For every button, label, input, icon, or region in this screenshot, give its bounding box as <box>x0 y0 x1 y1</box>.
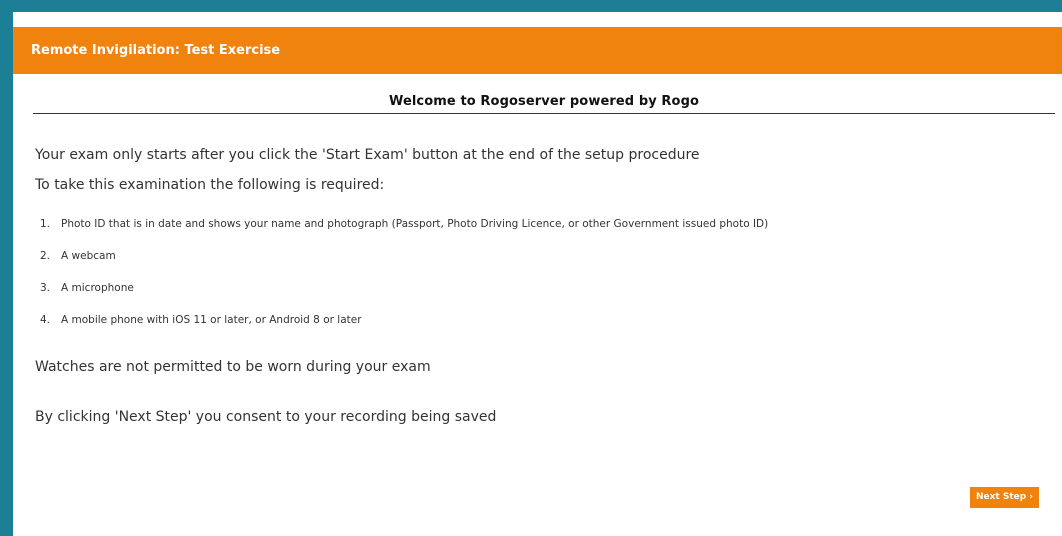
header-bar: Remote Invigilation: Test Exercise <box>13 27 1062 74</box>
watches-notice: Watches are not permitted to be worn dur… <box>35 359 431 375</box>
list-item-text: A mobile phone with iOS 11 or later, or … <box>61 314 362 326</box>
list-item-text: Photo ID that is in date and shows your … <box>61 218 769 230</box>
page-title: Remote Invigilation: Test Exercise <box>31 43 281 58</box>
main-panel: Remote Invigilation: Test Exercise Welco… <box>12 12 1062 536</box>
exam-window: Remote Invigilation: Test Exercise Welco… <box>0 0 1062 536</box>
list-item-text: A webcam <box>61 250 116 262</box>
list-item-number: 3. <box>40 282 51 294</box>
list-item-text: A microphone <box>61 282 134 294</box>
window-border-top <box>0 0 1062 12</box>
welcome-heading: Welcome to Rogoserver powered by Rogo <box>33 94 1055 114</box>
list-item-number: 1. <box>40 218 51 230</box>
requirements-intro: To take this examination the following i… <box>35 177 385 193</box>
window-border-left <box>0 0 12 536</box>
exam-start-notice: Your exam only starts after you click th… <box>35 147 700 163</box>
next-step-button[interactable]: Next Step › <box>970 487 1039 508</box>
list-item-number: 2. <box>40 250 51 262</box>
list-item-number: 4. <box>40 314 51 326</box>
consent-notice: By clicking 'Next Step' you consent to y… <box>35 409 497 425</box>
